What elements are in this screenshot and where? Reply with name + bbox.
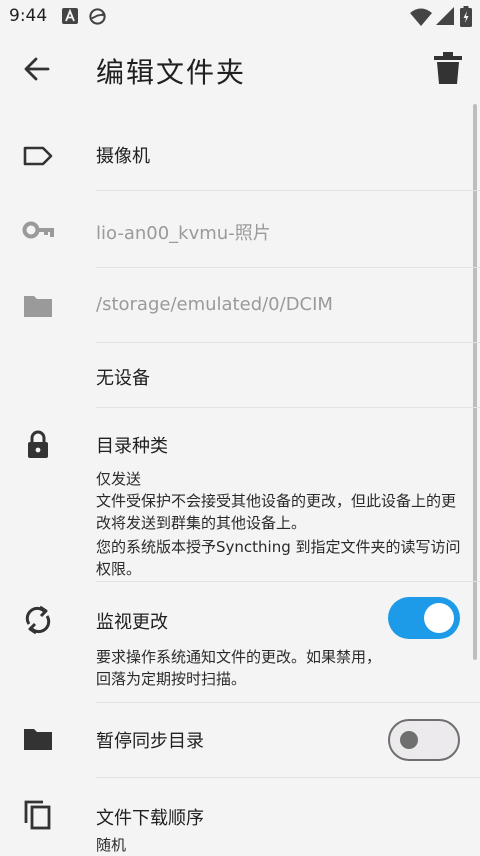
status-bar: 9:44	[0, 0, 480, 34]
pause-sync-row[interactable]: 暂停同步目录	[0, 703, 480, 777]
folder-type-row[interactable]: 目录种类 仅发送 文件受保护不会接受其他设备的更改，但此设备上的更 改将发送到群…	[0, 408, 480, 581]
folder-icon	[24, 296, 52, 317]
toggle-knob	[400, 731, 418, 749]
watch-changes-row[interactable]: 监视更改 要求操作系统通知文件的更改。如果禁用， 回落为定期按时扫描。	[0, 582, 480, 702]
copy-icon	[24, 800, 51, 830]
folder-id-value: lio-an00_kvmu-照片	[96, 223, 271, 244]
lock-icon	[28, 430, 48, 458]
a-notification-icon	[62, 8, 78, 24]
pull-order-value: 随机	[96, 836, 127, 854]
watch-changes-toggle[interactable]	[388, 597, 460, 639]
folder-type-title: 目录种类	[96, 436, 168, 457]
folder-path-row: /storage/emulated/0/DCIM	[0, 268, 480, 342]
pause-sync-toggle[interactable]	[388, 719, 460, 761]
folder-label-value: 摄像机	[96, 146, 150, 167]
watch-changes-description-line: 回落为定期按时扫描。	[96, 670, 247, 688]
watch-changes-description-line: 要求操作系统通知文件的更改。如果禁用，	[96, 648, 382, 666]
sync-icon	[89, 8, 106, 25]
folder-type-value: 仅发送	[96, 470, 142, 488]
page-title: 编辑文件夹	[96, 56, 247, 89]
key-icon	[22, 221, 54, 239]
devices-row[interactable]: 无设备	[0, 343, 480, 407]
devices-value: 无设备	[96, 368, 150, 389]
app-bar: 编辑文件夹	[0, 34, 480, 104]
status-time: 9:44	[9, 6, 48, 26]
folder-type-description-line: 改将发送到群集的其他设备上。	[96, 514, 307, 532]
folder-type-note-line: 您的系统版本授予Syncthing 到指定文件夹的读写访问	[96, 538, 461, 556]
folder-label-row[interactable]: 摄像机	[0, 118, 480, 190]
sync-refresh-icon	[25, 605, 51, 635]
delete-icon[interactable]	[434, 52, 462, 84]
folder-type-description-line: 文件受保护不会接受其他设备的更改，但此设备上的更	[96, 492, 457, 510]
pull-order-row[interactable]: 文件下载顺序 随机	[0, 778, 480, 854]
wifi-icon	[410, 8, 432, 26]
arrow-back-icon[interactable]	[22, 54, 52, 84]
signal-icon	[436, 7, 454, 25]
folder-pause-icon	[24, 729, 52, 750]
label-icon	[23, 146, 53, 166]
folder-id-row: lio-an00_kvmu-照片	[0, 191, 480, 267]
toggle-knob	[424, 603, 454, 633]
pull-order-title: 文件下载顺序	[96, 808, 204, 829]
battery-icon	[460, 6, 472, 27]
folder-type-note-line: 权限。	[96, 560, 142, 578]
folder-path-value: /storage/emulated/0/DCIM	[96, 294, 333, 315]
